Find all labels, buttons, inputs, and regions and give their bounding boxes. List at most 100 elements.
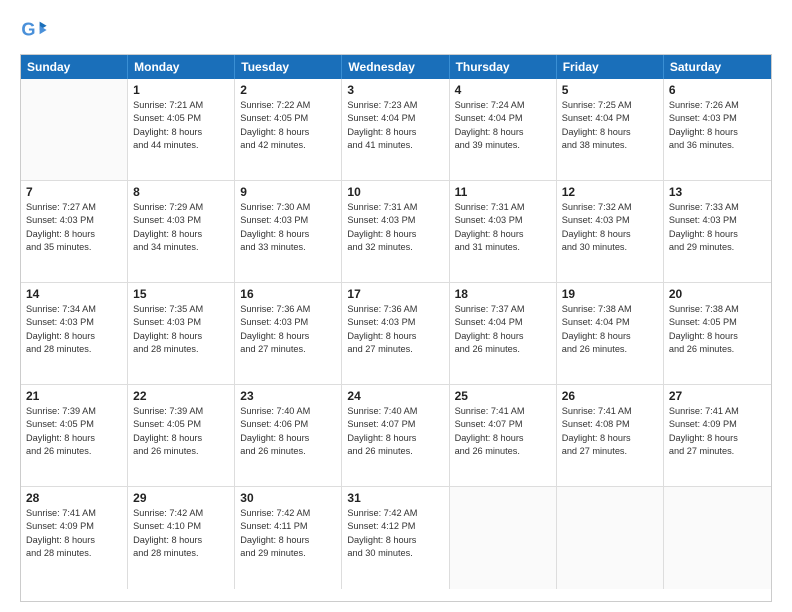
cell-info-line: and 26 minutes. <box>347 445 443 458</box>
cell-info-line: Daylight: 8 hours <box>562 432 658 445</box>
cell-info-line: and 26 minutes. <box>26 445 122 458</box>
cell-info-line: Sunrise: 7:23 AM <box>347 99 443 112</box>
calendar: SundayMondayTuesdayWednesdayThursdayFrid… <box>20 54 772 602</box>
weekday-header: Thursday <box>450 55 557 79</box>
cell-info-line: Sunrise: 7:24 AM <box>455 99 551 112</box>
calendar-cell: 26Sunrise: 7:41 AMSunset: 4:08 PMDayligh… <box>557 385 664 486</box>
day-number: 15 <box>133 287 229 301</box>
cell-info-line: Daylight: 8 hours <box>26 432 122 445</box>
cell-info-line: Daylight: 8 hours <box>347 534 443 547</box>
day-number: 13 <box>669 185 766 199</box>
cell-info-line: and 39 minutes. <box>455 139 551 152</box>
cell-info-line: Daylight: 8 hours <box>669 330 766 343</box>
calendar-cell: 2Sunrise: 7:22 AMSunset: 4:05 PMDaylight… <box>235 79 342 180</box>
day-number: 25 <box>455 389 551 403</box>
day-number: 27 <box>669 389 766 403</box>
cell-info-line: Sunset: 4:04 PM <box>455 112 551 125</box>
cell-info-line: Daylight: 8 hours <box>133 432 229 445</box>
calendar-row: 1Sunrise: 7:21 AMSunset: 4:05 PMDaylight… <box>21 79 771 181</box>
calendar-cell: 17Sunrise: 7:36 AMSunset: 4:03 PMDayligh… <box>342 283 449 384</box>
cell-info-line: Daylight: 8 hours <box>26 534 122 547</box>
cell-info-line: Sunrise: 7:41 AM <box>562 405 658 418</box>
cell-info-line: Sunrise: 7:42 AM <box>133 507 229 520</box>
cell-info-line: Sunset: 4:03 PM <box>240 214 336 227</box>
cell-info-line: and 26 minutes. <box>669 343 766 356</box>
calendar-cell: 10Sunrise: 7:31 AMSunset: 4:03 PMDayligh… <box>342 181 449 282</box>
cell-info-line: Sunset: 4:05 PM <box>669 316 766 329</box>
day-number: 11 <box>455 185 551 199</box>
cell-info-line: Daylight: 8 hours <box>347 432 443 445</box>
cell-info-line: Sunrise: 7:41 AM <box>669 405 766 418</box>
cell-info-line: Sunrise: 7:30 AM <box>240 201 336 214</box>
cell-info-line: Sunrise: 7:27 AM <box>26 201 122 214</box>
cell-info-line: Daylight: 8 hours <box>347 330 443 343</box>
day-number: 24 <box>347 389 443 403</box>
day-number: 5 <box>562 83 658 97</box>
cell-info-line: Sunrise: 7:31 AM <box>347 201 443 214</box>
cell-info-line: Sunset: 4:10 PM <box>133 520 229 533</box>
cell-info-line: Daylight: 8 hours <box>669 228 766 241</box>
cell-info-line: Daylight: 8 hours <box>562 126 658 139</box>
calendar-cell: 13Sunrise: 7:33 AMSunset: 4:03 PMDayligh… <box>664 181 771 282</box>
logo: G <box>20 16 52 44</box>
cell-info-line: Sunrise: 7:33 AM <box>669 201 766 214</box>
day-number: 20 <box>669 287 766 301</box>
cell-info-line: Daylight: 8 hours <box>240 126 336 139</box>
cell-info-line: Sunrise: 7:39 AM <box>26 405 122 418</box>
cell-info-line: Sunrise: 7:31 AM <box>455 201 551 214</box>
cell-info-line: Sunrise: 7:26 AM <box>669 99 766 112</box>
cell-info-line: Daylight: 8 hours <box>240 228 336 241</box>
cell-info-line: and 34 minutes. <box>133 241 229 254</box>
calendar-cell: 19Sunrise: 7:38 AMSunset: 4:04 PMDayligh… <box>557 283 664 384</box>
calendar-cell: 27Sunrise: 7:41 AMSunset: 4:09 PMDayligh… <box>664 385 771 486</box>
cell-info-line: Sunrise: 7:21 AM <box>133 99 229 112</box>
cell-info-line: Daylight: 8 hours <box>669 126 766 139</box>
cell-info-line: and 31 minutes. <box>455 241 551 254</box>
weekday-header: Saturday <box>664 55 771 79</box>
cell-info-line: Sunset: 4:05 PM <box>133 112 229 125</box>
cell-info-line: Sunrise: 7:38 AM <box>562 303 658 316</box>
cell-info-line: Sunset: 4:03 PM <box>669 112 766 125</box>
cell-info-line: and 42 minutes. <box>240 139 336 152</box>
cell-info-line: Sunset: 4:09 PM <box>26 520 122 533</box>
day-number: 7 <box>26 185 122 199</box>
cell-info-line: Sunset: 4:08 PM <box>562 418 658 431</box>
cell-info-line: and 38 minutes. <box>562 139 658 152</box>
cell-info-line: and 29 minutes. <box>240 547 336 560</box>
calendar-cell: 12Sunrise: 7:32 AMSunset: 4:03 PMDayligh… <box>557 181 664 282</box>
cell-info-line: Sunrise: 7:34 AM <box>26 303 122 316</box>
day-number: 16 <box>240 287 336 301</box>
calendar-cell: 30Sunrise: 7:42 AMSunset: 4:11 PMDayligh… <box>235 487 342 589</box>
calendar-cell: 28Sunrise: 7:41 AMSunset: 4:09 PMDayligh… <box>21 487 128 589</box>
cell-info-line: and 44 minutes. <box>133 139 229 152</box>
day-number: 28 <box>26 491 122 505</box>
calendar-cell: 18Sunrise: 7:37 AMSunset: 4:04 PMDayligh… <box>450 283 557 384</box>
cell-info-line: Sunrise: 7:29 AM <box>133 201 229 214</box>
calendar-cell: 15Sunrise: 7:35 AMSunset: 4:03 PMDayligh… <box>128 283 235 384</box>
calendar-cell: 1Sunrise: 7:21 AMSunset: 4:05 PMDaylight… <box>128 79 235 180</box>
cell-info-line: Sunrise: 7:22 AM <box>240 99 336 112</box>
cell-info-line: Sunset: 4:04 PM <box>562 316 658 329</box>
calendar-body: 1Sunrise: 7:21 AMSunset: 4:05 PMDaylight… <box>21 79 771 589</box>
logo-icon: G <box>20 16 48 44</box>
cell-info-line: Sunrise: 7:38 AM <box>669 303 766 316</box>
calendar-header: SundayMondayTuesdayWednesdayThursdayFrid… <box>21 55 771 79</box>
calendar-row: 28Sunrise: 7:41 AMSunset: 4:09 PMDayligh… <box>21 487 771 589</box>
calendar-cell: 7Sunrise: 7:27 AMSunset: 4:03 PMDaylight… <box>21 181 128 282</box>
cell-info-line: and 26 minutes. <box>133 445 229 458</box>
cell-info-line: Sunset: 4:03 PM <box>455 214 551 227</box>
cell-info-line: Daylight: 8 hours <box>26 228 122 241</box>
cell-info-line: and 29 minutes. <box>669 241 766 254</box>
cell-info-line: Daylight: 8 hours <box>562 228 658 241</box>
day-number: 14 <box>26 287 122 301</box>
calendar-cell <box>557 487 664 589</box>
cell-info-line: Daylight: 8 hours <box>455 432 551 445</box>
cell-info-line: Sunset: 4:03 PM <box>562 214 658 227</box>
cell-info-line: and 28 minutes. <box>26 343 122 356</box>
cell-info-line: and 36 minutes. <box>669 139 766 152</box>
calendar-cell <box>664 487 771 589</box>
cell-info-line: and 27 minutes. <box>240 343 336 356</box>
cell-info-line: Daylight: 8 hours <box>455 330 551 343</box>
day-number: 21 <box>26 389 122 403</box>
weekday-header: Wednesday <box>342 55 449 79</box>
